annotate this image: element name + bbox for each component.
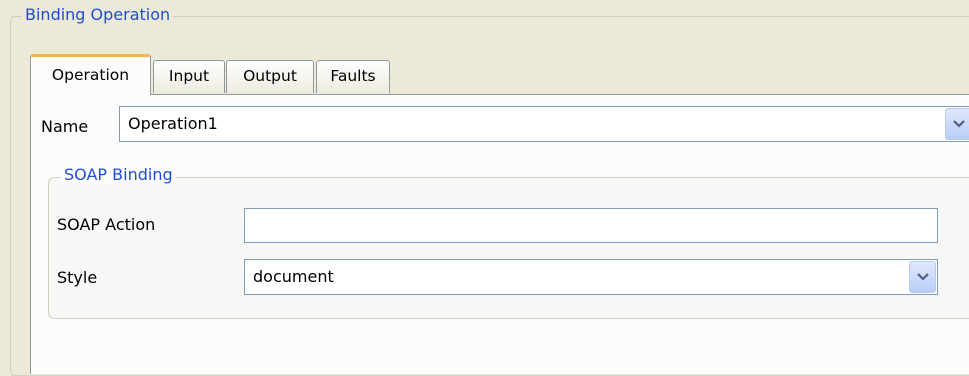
tab-output-label: Output [243,67,297,85]
style-combo[interactable]: document [244,259,938,295]
binding-operation-title: Binding Operation [22,5,174,25]
style-label: Style [57,268,98,287]
operation-tab-panel: Name Operation1 SOAP Binding SOAP Action… [30,94,969,374]
chevron-down-icon [953,120,965,128]
soap-binding-title: SOAP Binding [61,165,176,185]
style-value: document [253,267,334,286]
name-dropdown-button[interactable] [945,108,969,140]
style-dropdown-button[interactable] [909,261,936,293]
soap-action-label: SOAP Action [57,215,156,234]
tab-faults[interactable]: Faults [316,60,390,93]
tab-input-label: Input [168,67,210,85]
tab-output[interactable]: Output [226,60,314,93]
soap-binding-group [48,177,969,319]
tab-input[interactable]: Input [153,60,225,93]
tab-operation[interactable]: Operation [30,54,151,95]
tab-faults-label: Faults [330,67,376,85]
name-label: Name [41,117,89,136]
tab-operation-label: Operation [51,66,130,84]
name-value: Operation1 [128,114,218,133]
name-combo[interactable]: Operation1 [119,106,969,142]
soap-action-input[interactable] [244,208,938,243]
chevron-down-icon [917,273,929,281]
